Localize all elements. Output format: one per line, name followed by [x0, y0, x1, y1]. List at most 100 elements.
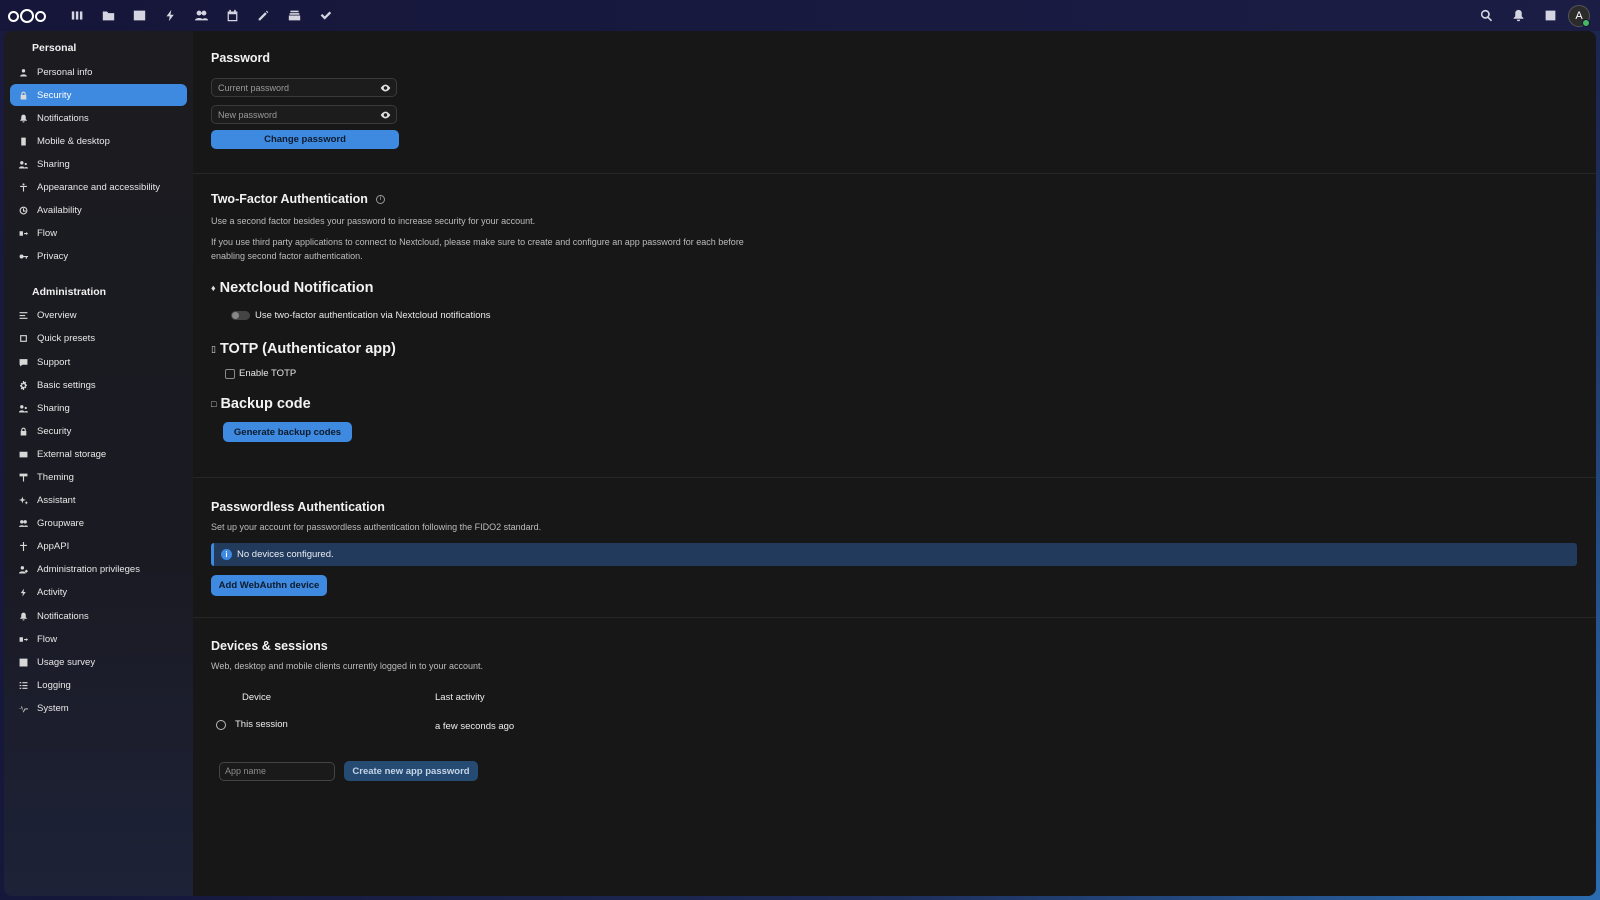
current-password-field[interactable]: Current password	[211, 78, 397, 97]
notifications-bell-icon[interactable]	[1504, 0, 1532, 31]
sidebar-item-label: Personal info	[37, 66, 93, 78]
devices-desc: Web, desktop and mobile clients currentl…	[211, 661, 483, 671]
sidebar-item-label: Privacy	[37, 251, 69, 263]
admin-item-flow[interactable]: Flow	[10, 628, 187, 650]
personal-item-security[interactable]: Security	[10, 84, 187, 107]
browser-icon	[216, 719, 226, 730]
add-webauthn-device-button[interactable]: Add WebAuthn device	[211, 575, 327, 596]
phone-icon	[16, 134, 30, 148]
create-app-password-button[interactable]: Create new app password	[344, 761, 478, 781]
change-password-button[interactable]: Change password	[211, 130, 399, 149]
personal-item-appearance-and-accessibility[interactable]: Appearance and accessibility	[10, 176, 187, 198]
two-factor-title: Two-Factor Authentication	[211, 192, 368, 206]
nextcloud-logo-icon[interactable]	[8, 8, 48, 24]
passwordless-section: Passwordless Authentication Set up your …	[211, 500, 1577, 596]
admin-item-usage-survey[interactable]: Usage survey	[10, 651, 187, 673]
bell-icon: ♦	[211, 283, 216, 293]
pulse-icon	[16, 701, 30, 715]
overview-icon	[16, 309, 30, 323]
divider	[193, 477, 1596, 478]
app-name-input[interactable]: App name	[219, 761, 335, 781]
enable-totp-checkbox[interactable]	[225, 368, 235, 379]
nextcloud-notification-title: ♦ Nextcloud Notification	[211, 280, 771, 296]
current-password-placeholder: Current password	[218, 82, 290, 93]
backup-code-title: □ Backup code	[211, 396, 771, 412]
activity-icon	[16, 586, 30, 600]
two-factor-warning: If you use third party applications to c…	[211, 237, 744, 261]
storage-icon	[16, 447, 30, 461]
files-icon[interactable]	[93, 0, 124, 31]
personal-item-sharing[interactable]: Sharing	[10, 153, 187, 175]
nextcloud-notification-toggle-row[interactable]: Use two-factor authentication via Nextcl…	[231, 310, 771, 321]
admin-item-assistant[interactable]: Assistant	[10, 490, 187, 512]
two-factor-section: Two-Factor Authentication i Use a second…	[211, 192, 771, 442]
enable-totp-row[interactable]: Enable TOTP	[225, 368, 771, 379]
new-password-placeholder: New password	[218, 109, 278, 120]
personal-item-personal-info[interactable]: Personal info	[10, 61, 187, 83]
tasks-icon[interactable]	[310, 0, 341, 31]
gear-icon	[16, 378, 30, 392]
admin-item-security[interactable]: Security	[10, 420, 187, 442]
calendar-icon[interactable]	[217, 0, 248, 31]
online-status-icon	[1582, 18, 1590, 27]
personal-item-availability[interactable]: Availability	[10, 200, 187, 222]
share-icon	[16, 157, 30, 171]
password-section: Password Current password New password C…	[211, 51, 399, 149]
notes-icon[interactable]	[248, 0, 279, 31]
sparkle-icon	[16, 494, 30, 508]
user-avatar[interactable]: A	[1568, 4, 1590, 27]
sidebar-item-label: Sharing	[37, 158, 70, 170]
sidebar-item-label: Availability	[37, 205, 82, 217]
admin-item-appapi[interactable]: AppAPI	[10, 536, 187, 558]
search-icon[interactable]	[1472, 0, 1500, 31]
presets-icon	[16, 332, 30, 346]
activity-icon[interactable]	[155, 0, 186, 31]
devices-title: Devices & sessions	[211, 639, 328, 653]
sidebar-item-label: Overview	[37, 310, 77, 322]
admin-item-system[interactable]: System	[10, 697, 187, 719]
table-row: This session	[216, 719, 288, 730]
key-icon	[16, 250, 30, 264]
personal-item-privacy[interactable]: Privacy	[10, 246, 187, 268]
admin-item-activity[interactable]: Activity	[10, 582, 187, 604]
enable-totp-label: Enable TOTP	[239, 368, 297, 379]
passwordless-desc: Set up your account for passwordless aut…	[211, 522, 542, 532]
show-password-icon[interactable]	[380, 83, 391, 93]
new-password-field[interactable]: New password	[211, 105, 397, 124]
sidebar-item-label: Flow	[37, 633, 58, 645]
info-icon: i	[221, 549, 232, 560]
admin-item-logging[interactable]: Logging	[10, 674, 187, 696]
no-devices-notice: i No devices configured.	[211, 543, 1577, 566]
admin-item-theming[interactable]: Theming	[10, 467, 187, 489]
admin-item-external-storage[interactable]: External storage	[10, 443, 187, 465]
admin-item-administration-privileges[interactable]: Administration privileges	[10, 559, 187, 581]
deck-icon[interactable]	[279, 0, 310, 31]
sidebar-item-label: Groupware	[37, 518, 84, 530]
admin-item-notifications[interactable]: Notifications	[10, 605, 187, 627]
sidebar-item-label: Administration privileges	[37, 564, 140, 576]
admin-item-support[interactable]: Support	[10, 351, 187, 373]
admin-item-groupware[interactable]: Groupware	[10, 513, 187, 535]
contacts-menu-icon[interactable]	[1536, 0, 1564, 31]
admin-item-sharing[interactable]: Sharing	[10, 397, 187, 419]
admin-item-overview[interactable]: Overview	[10, 305, 187, 327]
photos-icon[interactable]	[124, 0, 155, 31]
admin-item-quick-presets[interactable]: Quick presets	[10, 328, 187, 350]
settings-sidebar: Personal Personal info Security Notificati…	[4, 31, 193, 896]
personal-item-notifications[interactable]: Notifications	[10, 107, 187, 129]
survey-icon	[16, 655, 30, 669]
generate-backup-codes-button[interactable]: Generate backup codes	[223, 422, 352, 442]
contacts-icon[interactable]	[186, 0, 217, 31]
brush-icon	[16, 471, 30, 485]
sidebar-item-label: Basic settings	[37, 379, 96, 391]
personal-item-mobile-desktop[interactable]: Mobile & desktop	[10, 130, 187, 152]
nextcloud-notification-toggle[interactable]	[231, 311, 250, 320]
info-icon[interactable]: i	[375, 194, 385, 204]
divider	[193, 617, 1596, 618]
personal-item-flow[interactable]: Flow	[10, 223, 187, 245]
dashboard-icon[interactable]	[62, 0, 93, 31]
admin-item-basic-settings[interactable]: Basic settings	[10, 374, 187, 396]
flow-icon	[16, 632, 30, 646]
toggle-label: Use two-factor authentication via Nextcl…	[255, 310, 491, 321]
show-password-icon[interactable]	[380, 110, 391, 120]
